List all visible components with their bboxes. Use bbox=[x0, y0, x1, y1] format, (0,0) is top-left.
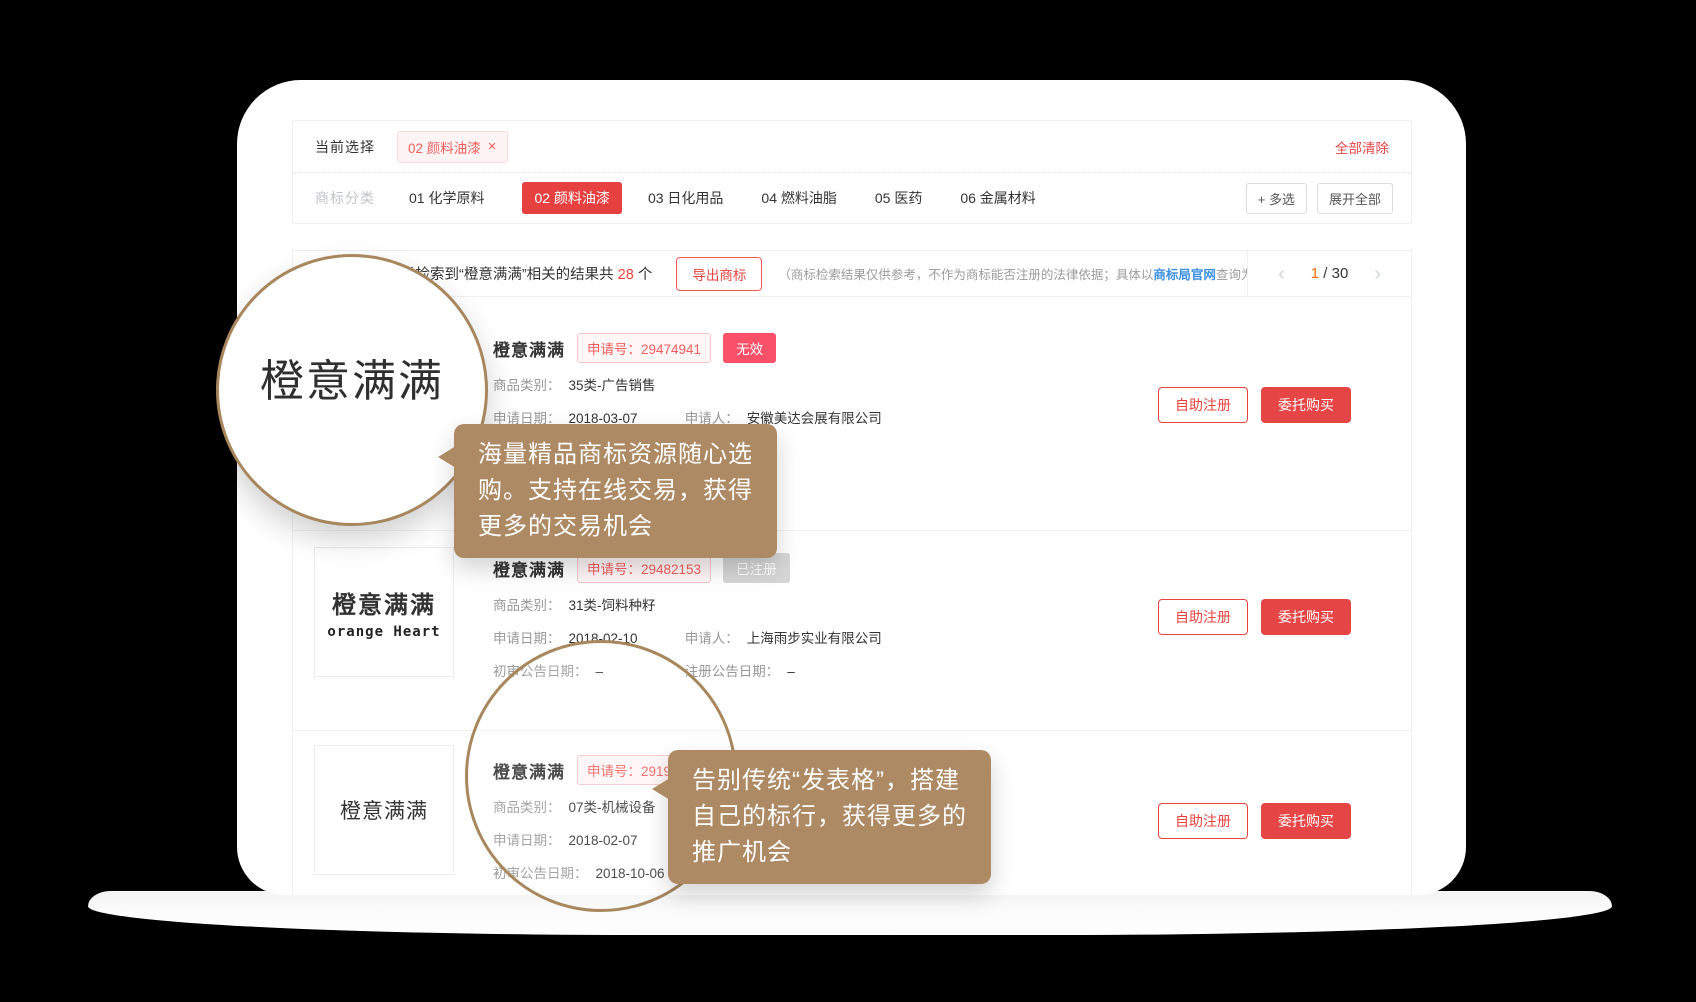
selected-filter-tag[interactable]: 02 颜料油漆 × bbox=[397, 131, 508, 163]
category-label: 商标分类 bbox=[315, 188, 375, 208]
expand-all-button[interactable]: 展开全部 bbox=[1317, 183, 1393, 214]
category-row: 商标分类 01 化学原料 02 颜料油漆 03 日化用品 04 燃料油脂 05 … bbox=[293, 173, 1411, 223]
application-number-label: 申请号： bbox=[587, 342, 641, 357]
applicant-value: 上海雨步实业有限公司 bbox=[747, 631, 882, 646]
category-field-label: 商品类别： bbox=[493, 378, 561, 393]
callout-line: 自己的标行，获得更多的 bbox=[692, 799, 967, 835]
category-field-label: 商品类别： bbox=[493, 598, 561, 613]
registration-publication-value: – bbox=[787, 664, 795, 679]
category-item-03[interactable]: 03 日化用品 bbox=[648, 188, 723, 208]
category-field-value: 35类-广告销售 bbox=[569, 378, 656, 393]
trademark-office-link[interactable]: 商标局官网 bbox=[1153, 268, 1216, 282]
results-disclaimer: （商标检索结果仅供参考，不作为商标能否注册的法律依据；具体以商标局官网查询为准。… bbox=[778, 264, 1247, 283]
self-register-button[interactable]: 自助注册 bbox=[1158, 387, 1248, 423]
disclaimer-text: （商标检索结果仅供参考，不作为商标能否注册的法律依据；具体以 bbox=[778, 268, 1153, 282]
next-page-icon[interactable]: › bbox=[1374, 264, 1381, 284]
total-pages: 30 bbox=[1332, 265, 1349, 282]
registration-publication-label: 注册公告日期： bbox=[685, 664, 780, 679]
trademark-image-text: 橙意满满 bbox=[332, 585, 436, 620]
application-number: 29474941 bbox=[641, 342, 701, 357]
current-page: 1 bbox=[1311, 265, 1319, 282]
clear-all-button[interactable]: 全部清除 bbox=[1335, 137, 1389, 157]
callout-bubble-marketplace: 海量精品商标资源随心选 购。支持在线交易，获得 更多的交易机会 bbox=[454, 424, 777, 558]
callout-line: 更多的交易机会 bbox=[478, 509, 753, 545]
callout-line: 海量精品商标资源随心选 bbox=[478, 437, 753, 473]
category-item-05[interactable]: 05 医药 bbox=[875, 188, 922, 208]
callout-line: 告别传统“发表格”，搭建 bbox=[692, 763, 967, 799]
trademark-name: 橙意满满 bbox=[493, 556, 565, 581]
category-item-06[interactable]: 06 金属材料 bbox=[960, 188, 1035, 208]
page-background: 当前选择 02 颜料油漆 × 全部清除 商标分类 01 化学原料 02 颜料油漆… bbox=[0, 0, 1696, 1002]
page-indicator: 1 / 30 bbox=[1311, 265, 1349, 282]
application-number: 29482153 bbox=[641, 562, 701, 577]
trademark-info: 橙意满满 申请号：29474941 无效 商品类别：35类-广告销售 申请日期：… bbox=[493, 297, 1111, 429]
filter-panel: 当前选择 02 颜料油漆 × 全部清除 商标分类 01 化学原料 02 颜料油漆… bbox=[292, 120, 1412, 224]
pagination: ‹ 1 / 30 › bbox=[1247, 251, 1411, 296]
trademark-image: 橙意满满 orange Heart bbox=[314, 547, 454, 677]
trademark-image: 橙意满满 bbox=[314, 745, 454, 875]
callout-line: 推广机会 bbox=[692, 835, 967, 871]
remove-filter-icon[interactable]: × bbox=[488, 139, 497, 154]
callout-bubble-promotion: 告别传统“发表格”，搭建 自己的标行，获得更多的 推广机会 bbox=[668, 750, 991, 884]
results-count: 28 bbox=[614, 267, 638, 283]
self-register-button[interactable]: 自助注册 bbox=[1158, 803, 1248, 839]
entrust-buy-button[interactable]: 委托购买 bbox=[1261, 803, 1351, 839]
category-item-02-active[interactable]: 02 颜料油漆 bbox=[522, 182, 621, 214]
disclaimer-text-end: 查询为准。） bbox=[1216, 268, 1247, 282]
application-number-tag: 申请号：29474941 bbox=[577, 333, 711, 363]
category-field-value: 31类-饲料种籽 bbox=[569, 598, 656, 613]
callout-line: 购。支持在线交易，获得 bbox=[478, 473, 753, 509]
page-separator: / bbox=[1319, 265, 1332, 282]
entrust-buy-button[interactable]: 委托购买 bbox=[1261, 599, 1351, 635]
multi-select-button[interactable]: + 多选 bbox=[1246, 183, 1307, 214]
prev-page-icon[interactable]: ‹ bbox=[1278, 264, 1285, 284]
entrust-buy-button[interactable]: 委托购买 bbox=[1261, 387, 1351, 423]
results-count-suffix: 个 bbox=[638, 267, 653, 283]
export-trademark-button[interactable]: 导出商标 bbox=[676, 257, 762, 291]
magnifier-circle-zoomed: 橙意满满 bbox=[216, 254, 488, 526]
category-item-01[interactable]: 01 化学原料 bbox=[409, 188, 484, 208]
category-item-04[interactable]: 04 燃料油脂 bbox=[761, 188, 836, 208]
application-number-label: 申请号： bbox=[587, 562, 641, 577]
row-actions: 自助注册 委托购买 bbox=[1158, 803, 1351, 839]
trademark-name: 橙意满满 bbox=[493, 336, 565, 361]
apply-date-label: 申请日期： bbox=[493, 631, 561, 646]
row-actions: 自助注册 委托购买 bbox=[1158, 387, 1351, 423]
status-badge: 无效 bbox=[723, 333, 776, 363]
current-selection-label: 当前选择 bbox=[315, 137, 375, 157]
self-register-button[interactable]: 自助注册 bbox=[1158, 599, 1248, 635]
applicant-label: 申请人： bbox=[685, 631, 739, 646]
row-actions: 自助注册 委托购买 bbox=[1158, 599, 1351, 635]
results-header: 为您在当前分类检索到“橙意满满”相关的结果共 28 个 导出商标 （商标检索结果… bbox=[293, 251, 1411, 297]
magnified-trademark-text: 橙意满满 bbox=[260, 345, 444, 409]
current-selection-row: 当前选择 02 颜料油漆 × 全部清除 bbox=[293, 121, 1411, 173]
trademark-image-subtext: orange Heart bbox=[327, 624, 440, 640]
table-row: 橙意满满 orange Heart 橙意满满 申请号：29482153 已注册 … bbox=[293, 531, 1411, 731]
laptop-base bbox=[88, 891, 1612, 935]
trademark-image-text: 橙意满满 bbox=[340, 795, 428, 825]
selected-filter-text: 02 颜料油漆 bbox=[408, 137, 481, 157]
